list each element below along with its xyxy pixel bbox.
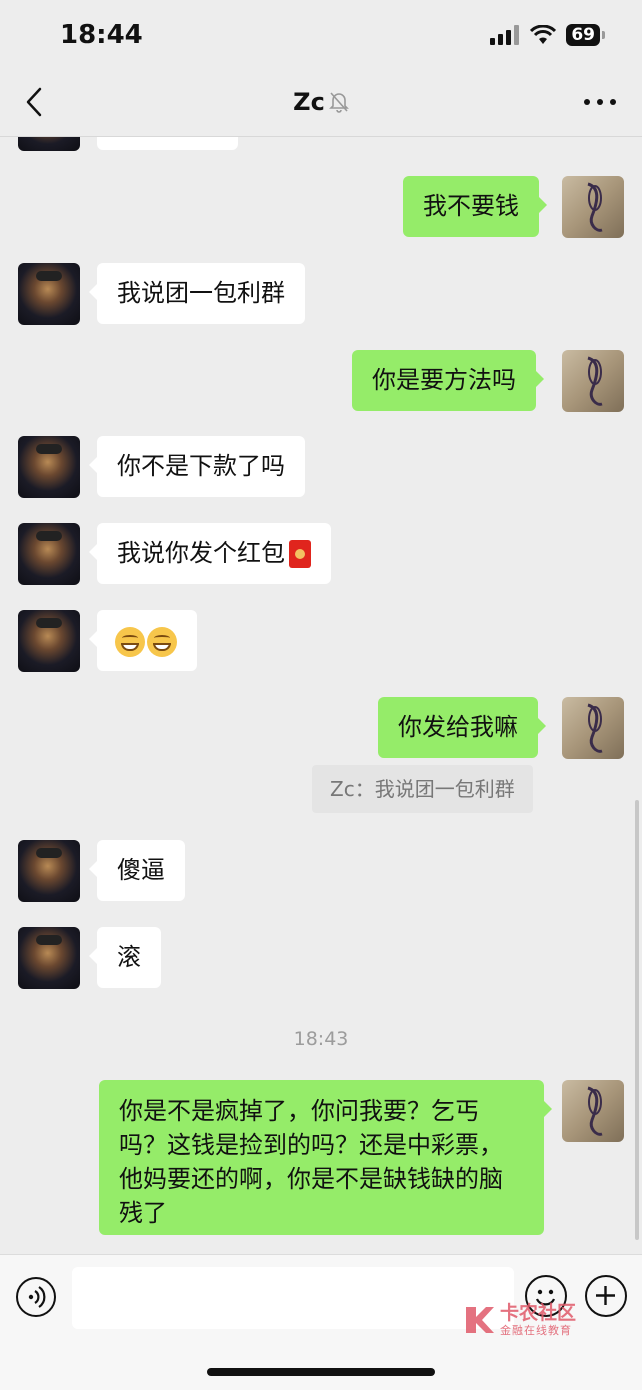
bell-slash-icon [328,92,349,113]
message-text: 我说你发个红包 [117,539,285,567]
received-emoji-message[interactable] [89,610,197,671]
plus-icon [596,1286,615,1305]
contact-avatar[interactable] [18,840,80,902]
contact-avatar[interactable] [18,927,80,989]
message-timestamp: 18:43 [293,1028,349,1050]
more-dot [610,99,616,105]
my-avatar[interactable] [562,176,624,238]
chat-title: Zc [293,88,325,116]
received-message[interactable]: 你不是下款了吗 [89,436,305,497]
grin-emoji-icon [147,627,177,657]
watermark-title: 卡农社区 [500,1302,577,1324]
received-message[interactable]: 我说团一包利群 [89,263,305,324]
more-dot [597,99,603,105]
glasses-photo-icon [587,703,603,753]
glasses-photo-icon [587,356,603,406]
status-icons: 69 [490,24,605,46]
more-dots-icon [584,99,590,105]
status-bar: 18:44 69 [0,0,642,70]
contact-avatar[interactable] [18,523,80,585]
received-message[interactable]: 傻逼 [89,840,185,901]
contact-avatar[interactable] [18,137,80,151]
partial-message-bubble[interactable] [97,137,238,150]
voice-button[interactable] [16,1277,56,1317]
chat-header: Zc [0,70,642,137]
message-input[interactable] [72,1267,514,1329]
quoted-reply[interactable]: Zc：我说团一包利群 [312,765,533,813]
watermark-subtitle: 金融在线教育 [500,1324,572,1337]
sent-message[interactable]: 你是不是疯掉了，你问我要？乞丐吗？这钱是捡到的吗？还是中彩票，他妈要还的啊，你是… [99,1080,552,1235]
received-message[interactable]: 我说你发个红包 [89,523,331,584]
chat-scrollbar[interactable] [635,800,639,1240]
contact-avatar[interactable] [18,610,80,672]
sent-message[interactable]: 你是要方法吗 [352,350,544,411]
sent-message[interactable]: 我不要钱 [403,176,547,237]
grin-emoji-icon [115,627,145,657]
chat-title-group: Zc [0,88,642,116]
more-button[interactable] [584,92,616,112]
my-avatar[interactable] [562,697,624,759]
contact-avatar[interactable] [18,263,80,325]
my-avatar[interactable] [562,350,624,412]
glasses-photo-icon [587,1086,603,1136]
voice-icon [28,1286,46,1308]
watermark: 卡农社区 金融在线教育 [462,1302,576,1338]
sent-message[interactable]: 你发给我嘛 [378,697,546,758]
battery-indicator: 69 [566,24,605,46]
wifi-icon [530,25,557,44]
home-indicator[interactable] [207,1368,435,1376]
status-time: 18:44 [60,20,143,50]
watermark-logo-icon [466,1307,494,1333]
signal-icon [490,25,520,45]
glasses-photo-icon [587,182,603,232]
received-message[interactable]: 滚 [89,927,161,988]
chat-message-list[interactable]: 我不要钱 我说团一包利群 你是要方法吗 你不是下款了吗 我说你发个红包 你发给我… [0,137,642,1253]
red-packet-emoji-icon [289,540,311,568]
contact-avatar[interactable] [18,436,80,498]
plus-button[interactable] [585,1275,627,1317]
my-avatar[interactable] [562,1080,624,1142]
